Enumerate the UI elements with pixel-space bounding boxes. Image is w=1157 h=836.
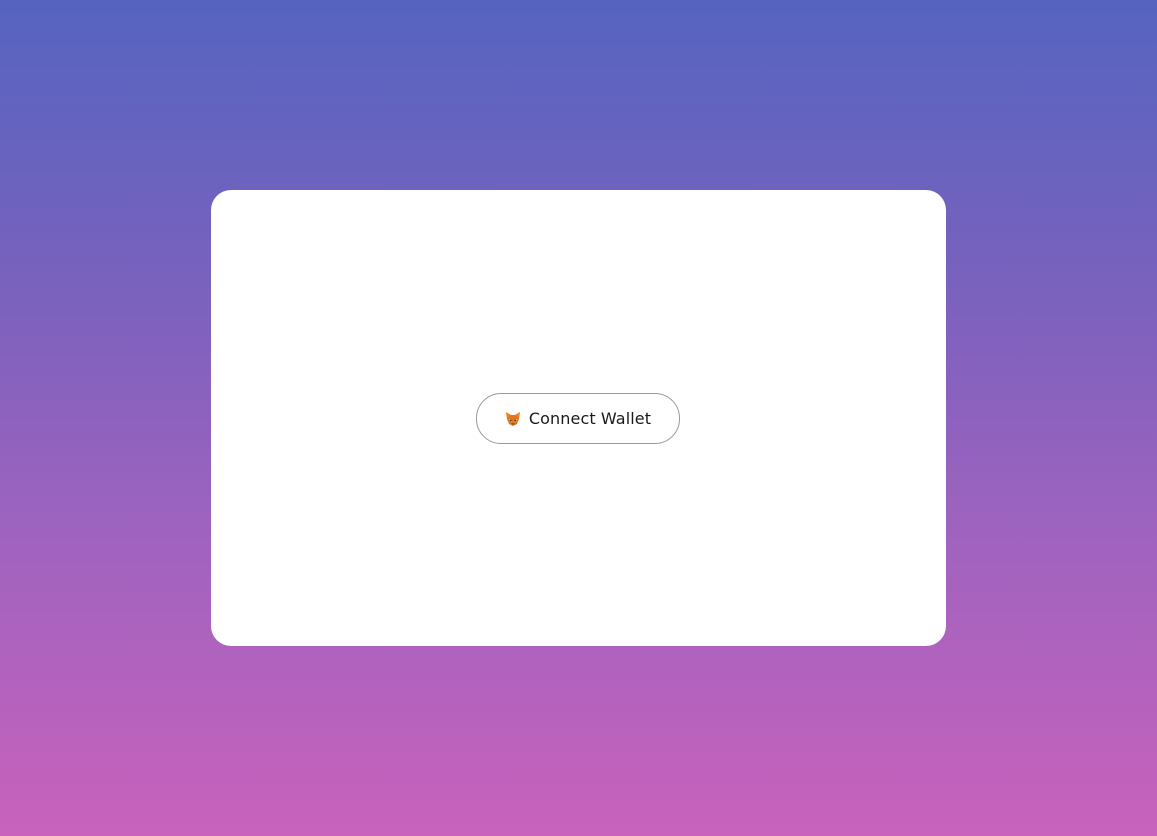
connect-wallet-button[interactable]: Connect Wallet bbox=[476, 393, 680, 444]
connect-wallet-label: Connect Wallet bbox=[528, 409, 652, 428]
fox-icon bbox=[505, 411, 521, 427]
wallet-card: Connect Wallet bbox=[211, 190, 946, 646]
